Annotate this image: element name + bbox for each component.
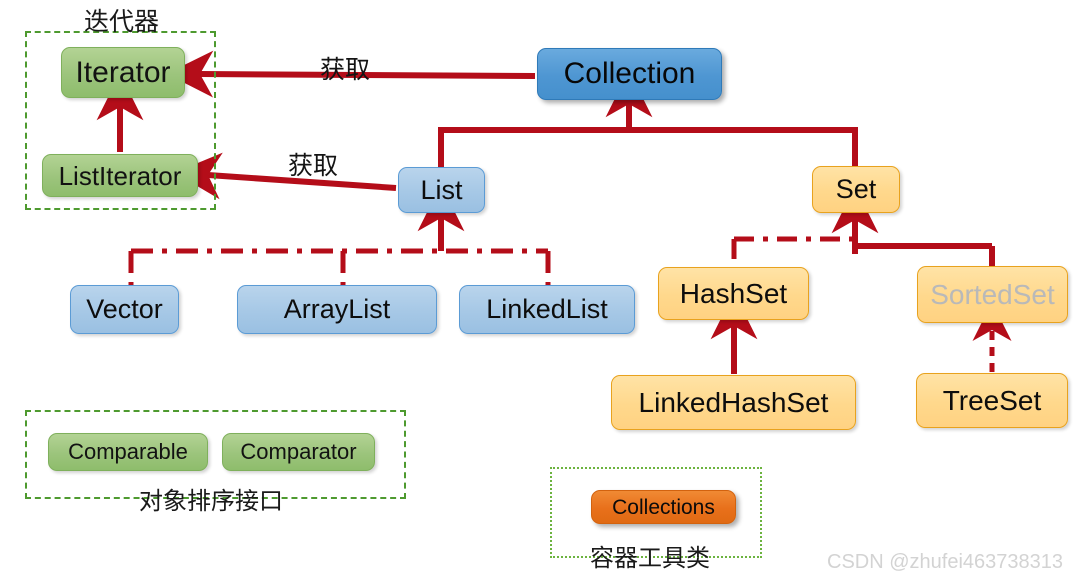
node-list-iterator[interactable]: ListIterator [42, 154, 198, 197]
node-sorted-set-label: SortedSet [930, 278, 1055, 310]
group-sorting-interfaces-label: 对象排序接口 [139, 487, 283, 515]
node-linked-list[interactable]: LinkedList [459, 285, 635, 334]
node-hash-set[interactable]: HashSet [658, 267, 809, 320]
node-vector[interactable]: Vector [70, 285, 179, 334]
node-iterator-label: Iterator [75, 55, 171, 89]
edge-label-collection-to-iterator: 获取 [320, 55, 371, 84]
node-list[interactable]: List [398, 167, 485, 213]
watermark: CSDN @zhufei463738313 [827, 551, 1064, 573]
node-set-label: Set [835, 174, 877, 204]
node-linked-list-label: LinkedList [486, 294, 608, 324]
node-iterator[interactable]: Iterator [61, 47, 185, 98]
node-tree-set[interactable]: TreeSet [916, 373, 1068, 428]
group-iterator-label: 迭代器 [84, 7, 160, 36]
node-comparator[interactable]: Comparator [222, 433, 375, 471]
edge-label-list-to-listiterator: 获取 [288, 151, 339, 180]
node-comparator-label: Comparator [240, 439, 357, 464]
node-collection-label: Collection [563, 57, 696, 90]
node-comparable-label: Comparable [68, 439, 188, 464]
node-hash-set-label: HashSet [679, 277, 788, 309]
node-collection[interactable]: Collection [537, 48, 722, 100]
node-collections[interactable]: Collections [591, 490, 736, 524]
node-linked-hash-set-label: LinkedHashSet [638, 386, 829, 418]
diagram-canvas: 迭代器 对象排序接口 容器工具类 获取 获取 Iterator ListIter… [0, 0, 1080, 586]
node-array-list-label: ArrayList [283, 294, 391, 324]
node-array-list[interactable]: ArrayList [237, 285, 437, 334]
node-tree-set-label: TreeSet [942, 384, 1042, 416]
node-comparable[interactable]: Comparable [48, 433, 208, 471]
node-sorted-set[interactable]: SortedSet [917, 266, 1068, 323]
node-linked-hash-set[interactable]: LinkedHashSet [611, 375, 856, 430]
node-list-iterator-label: ListIterator [58, 160, 182, 191]
node-vector-label: Vector [86, 294, 163, 324]
node-set[interactable]: Set [812, 166, 900, 213]
node-list-label: List [420, 174, 463, 205]
node-collections-label: Collections [612, 495, 715, 519]
group-collections-utility-label: 容器工具类 [590, 544, 710, 572]
